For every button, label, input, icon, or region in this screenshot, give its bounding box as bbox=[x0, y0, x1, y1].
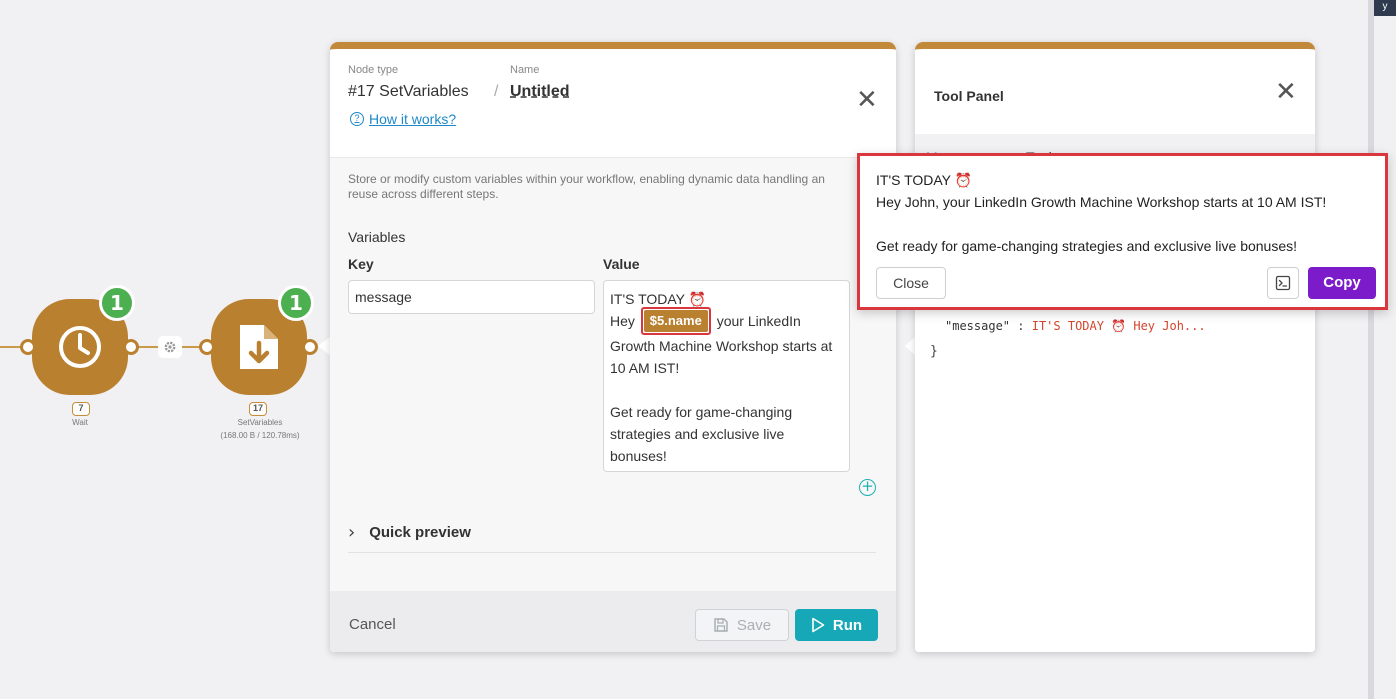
help-icon: ? bbox=[350, 112, 364, 126]
node-type-label: Node type bbox=[348, 64, 399, 76]
separator: / bbox=[494, 83, 499, 100]
message-preview-popup: IT'S TODAY ⏰ Hey John, your LinkedIn Gro… bbox=[857, 153, 1388, 310]
quick-preview-toggle[interactable]: › Quick preview bbox=[348, 513, 876, 553]
terminal-icon[interactable] bbox=[1267, 267, 1299, 299]
copy-button[interactable]: Copy bbox=[1308, 267, 1376, 299]
run-count-badge: 1 bbox=[278, 285, 314, 321]
clock-icon bbox=[59, 326, 101, 368]
node-editor-panel: Node type Name #17 SetVariables / Untitl… bbox=[330, 42, 896, 652]
connector-line bbox=[0, 346, 20, 348]
node-label: Wait bbox=[72, 418, 88, 427]
how-it-works-label: How it works? bbox=[369, 111, 457, 127]
file-download-icon bbox=[240, 325, 278, 369]
variable-value-editor[interactable]: IT'S TODAY ⏰ Hey $5.name your LinkedIn G… bbox=[603, 280, 850, 472]
input-port[interactable] bbox=[199, 339, 215, 355]
run-count-badge: 1 bbox=[99, 285, 135, 321]
editor-footer: Cancel Save Run bbox=[330, 591, 896, 652]
edge-tab[interactable]: y bbox=[1374, 0, 1396, 16]
editor-body: Store or modify custom variables within … bbox=[330, 157, 896, 591]
key-header: Key bbox=[348, 256, 374, 272]
tool-panel-title: Tool Panel bbox=[934, 88, 1004, 104]
scrollbar[interactable] bbox=[1368, 0, 1374, 699]
output-port[interactable] bbox=[302, 339, 318, 355]
node-id-badge: 17 bbox=[249, 402, 268, 416]
tool-panel: Tool Panel ✕ Messages Tools "message" : … bbox=[915, 42, 1315, 652]
variable-chip-highlight: $5.name bbox=[640, 307, 711, 335]
input-port[interactable] bbox=[20, 339, 36, 355]
variable-chip[interactable]: $5.name bbox=[643, 310, 708, 332]
node-stats: (168.00 B / 120.78ms) bbox=[220, 431, 300, 440]
close-icon[interactable]: ✕ bbox=[1275, 79, 1297, 105]
variable-key-input[interactable]: message bbox=[348, 280, 595, 314]
chevron-right-icon: › bbox=[348, 522, 356, 543]
close-icon[interactable]: ✕ bbox=[856, 87, 878, 113]
panel-pointer bbox=[905, 337, 915, 355]
name-label: Name bbox=[510, 64, 540, 76]
add-variable-button[interactable]: + bbox=[859, 479, 876, 496]
quick-preview-label: Quick preview bbox=[369, 524, 471, 541]
gear-icon[interactable] bbox=[158, 336, 182, 358]
panel-pointer bbox=[318, 337, 330, 355]
popup-message: IT'S TODAY ⏰ Hey John, your LinkedIn Gro… bbox=[876, 172, 1327, 254]
popup-close-button[interactable]: Close bbox=[876, 267, 946, 299]
node-name-field[interactable]: Untitled bbox=[510, 83, 570, 101]
code-line: "message" : IT'S TODAY ⏰ Hey Joh... bbox=[945, 319, 1206, 333]
node-type: #17 SetVariables bbox=[348, 83, 469, 100]
node-id-badge: 7 bbox=[72, 402, 90, 416]
cancel-button[interactable]: Cancel bbox=[349, 616, 396, 633]
node-label: SetVariables bbox=[237, 418, 283, 427]
save-button[interactable]: Save bbox=[695, 609, 789, 641]
editor-header: Node type Name #17 SetVariables / Untitl… bbox=[330, 49, 896, 157]
how-it-works-link[interactable]: ? How it works? bbox=[350, 111, 456, 127]
save-icon bbox=[714, 618, 728, 632]
variables-label: Variables bbox=[348, 229, 406, 245]
code-brace: } bbox=[930, 344, 938, 359]
output-port[interactable] bbox=[123, 339, 139, 355]
play-icon bbox=[812, 617, 825, 633]
node-description: Store or modify custom variables within … bbox=[348, 172, 825, 201]
run-button[interactable]: Run bbox=[795, 609, 878, 641]
value-header: Value bbox=[603, 256, 640, 272]
